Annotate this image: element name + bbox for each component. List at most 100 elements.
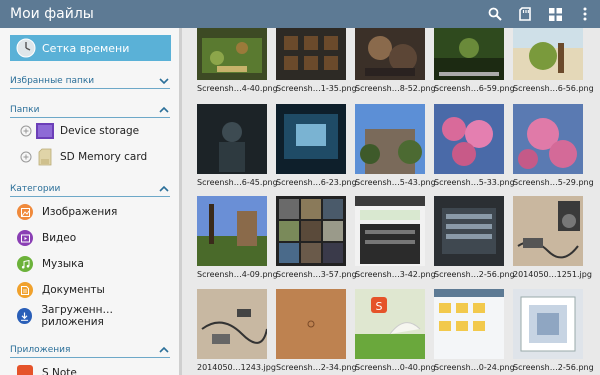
file-item[interactable]: Screensh…6-59.png	[427, 28, 515, 93]
file-name: Screensh…4-40.png	[197, 84, 278, 93]
expand-plus-icon[interactable]	[20, 151, 32, 163]
chevron-up-icon	[159, 106, 169, 113]
view-mode-button[interactable]	[540, 0, 570, 28]
category-downloads[interactable]: Загруженн…риложения	[10, 304, 170, 328]
panel-divider[interactable]	[179, 28, 182, 375]
file-thumbnail	[197, 28, 267, 80]
file-item[interactable]: S Screensh…0-40.png	[348, 289, 436, 372]
apps-header[interactable]: Приложения	[10, 342, 170, 358]
file-item[interactable]: Screensh…1-35.png	[269, 28, 357, 93]
video-icon	[17, 230, 33, 246]
file-item[interactable]: Screensh…5-43.png	[348, 104, 436, 187]
app-s-note[interactable]: S Note	[10, 361, 170, 375]
chevron-up-icon	[159, 346, 169, 353]
file-thumbnail	[355, 104, 425, 174]
sd-card-icon	[519, 7, 531, 21]
search-icon	[488, 7, 502, 21]
file-item[interactable]: Screensh…4-09.png	[190, 196, 278, 279]
file-name: 2014050…1251.jpg	[513, 270, 592, 279]
file-thumbnail	[434, 196, 504, 266]
file-name: Screensh…5-29.png	[513, 178, 594, 187]
file-thumbnail	[434, 104, 504, 174]
file-thumbnail	[276, 289, 346, 359]
more-options-button[interactable]	[570, 0, 600, 28]
file-thumbnail: S	[355, 289, 425, 359]
category-label: Музыка	[42, 258, 84, 270]
category-images[interactable]: Изображения	[10, 200, 170, 224]
file-item[interactable]: Screensh…5-33.png	[427, 104, 515, 187]
categories-header[interactable]: Категории	[10, 181, 170, 197]
file-name: Screensh…0-24.png	[434, 363, 515, 372]
folder-label: SD Memory card	[60, 151, 148, 163]
grid-view-icon	[548, 7, 562, 21]
file-name: Screensh…6-23.png	[276, 178, 357, 187]
file-item[interactable]: 2014050…1243.jpg	[190, 289, 276, 372]
file-item[interactable]: Screensh…2-56.png	[506, 289, 594, 372]
file-thumbnail	[355, 28, 425, 80]
search-button[interactable]	[480, 0, 510, 28]
device-storage-icon	[36, 123, 54, 139]
file-name: Screensh…6-56.png	[513, 84, 594, 93]
file-name: Screensh…2-56.png	[513, 363, 594, 372]
file-thumbnail	[513, 196, 583, 266]
file-thumbnail	[276, 196, 346, 266]
file-item[interactable]: Screensh…0-24.png	[427, 289, 515, 372]
category-video[interactable]: Видео	[10, 226, 170, 250]
file-name: Screensh…6-59.png	[434, 84, 515, 93]
file-name: 2014050…1243.jpg	[197, 363, 276, 372]
category-label: Видео	[42, 232, 77, 244]
file-thumbnail	[513, 104, 583, 174]
apps-label: Приложения	[10, 344, 71, 355]
timeline-label: Сетка времени	[42, 41, 130, 55]
sidebar: Сетка времени Избранные папки Папки Devi…	[0, 28, 179, 375]
category-label: Изображения	[42, 206, 118, 218]
file-thumbnail	[513, 28, 583, 80]
file-item[interactable]: Screensh…6-56.png	[506, 28, 594, 93]
folder-sd-card[interactable]: SD Memory card	[10, 145, 170, 169]
category-music[interactable]: Музыка	[10, 252, 170, 276]
more-vert-icon	[583, 7, 587, 21]
file-item[interactable]: Screensh…8-52.png	[348, 28, 436, 93]
file-name: Screensh…5-43.png	[355, 178, 436, 187]
file-item[interactable]: Screensh…4-40.png	[190, 28, 278, 93]
file-thumbnail	[434, 289, 504, 359]
images-icon	[17, 204, 33, 220]
favorites-header[interactable]: Избранные папки	[10, 73, 170, 89]
app-bar: Мои файлы	[0, 0, 600, 28]
category-label: Загруженн…риложения	[41, 304, 114, 328]
storage-button[interactable]	[510, 0, 540, 28]
file-thumbnail	[276, 28, 346, 80]
file-name: Screensh…3-57.png	[276, 270, 357, 279]
file-item[interactable]: Screensh…5-29.png	[506, 104, 594, 187]
app-title: Мои файлы	[10, 6, 94, 22]
file-thumbnail	[355, 196, 425, 266]
folder-device-storage[interactable]: Device storage	[10, 119, 170, 143]
file-item[interactable]: Screensh…6-45.png	[190, 104, 278, 187]
category-documents[interactable]: Документы	[10, 278, 170, 302]
download-icon	[17, 308, 33, 324]
file-name: Screensh…3-42.png	[355, 270, 436, 279]
file-item[interactable]: 2014050…1251.jpg	[506, 196, 592, 279]
favorites-label: Избранные папки	[10, 75, 95, 86]
file-thumbnail	[513, 289, 583, 359]
svg-text:S: S	[376, 300, 383, 313]
file-item[interactable]: Screensh…3-57.png	[269, 196, 357, 279]
file-name: Screensh…4-09.png	[197, 270, 278, 279]
file-thumbnail	[276, 104, 346, 174]
folders-header[interactable]: Папки	[10, 102, 170, 118]
file-item[interactable]: Screensh…3-42.png	[348, 196, 436, 279]
file-thumbnail	[197, 289, 267, 359]
timeline-button[interactable]: Сетка времени	[10, 35, 171, 61]
file-thumbnail	[434, 28, 504, 80]
file-grid: Screensh…4-40.png Screensh…1-35.png Scre…	[190, 28, 600, 375]
file-name: Screensh…2-34.png	[276, 363, 357, 372]
chevron-down-icon	[159, 77, 169, 84]
music-icon	[17, 256, 33, 272]
expand-plus-icon[interactable]	[20, 125, 32, 137]
file-item[interactable]: Screensh…6-23.png	[269, 104, 357, 187]
file-name: Screensh…2-56.png	[434, 270, 515, 279]
file-item[interactable]: Screensh…2-56.png	[427, 196, 515, 279]
file-item[interactable]: Screensh…2-34.png	[269, 289, 357, 372]
file-name: Screensh…0-40.png	[355, 363, 436, 372]
folder-label: Device storage	[60, 125, 140, 137]
